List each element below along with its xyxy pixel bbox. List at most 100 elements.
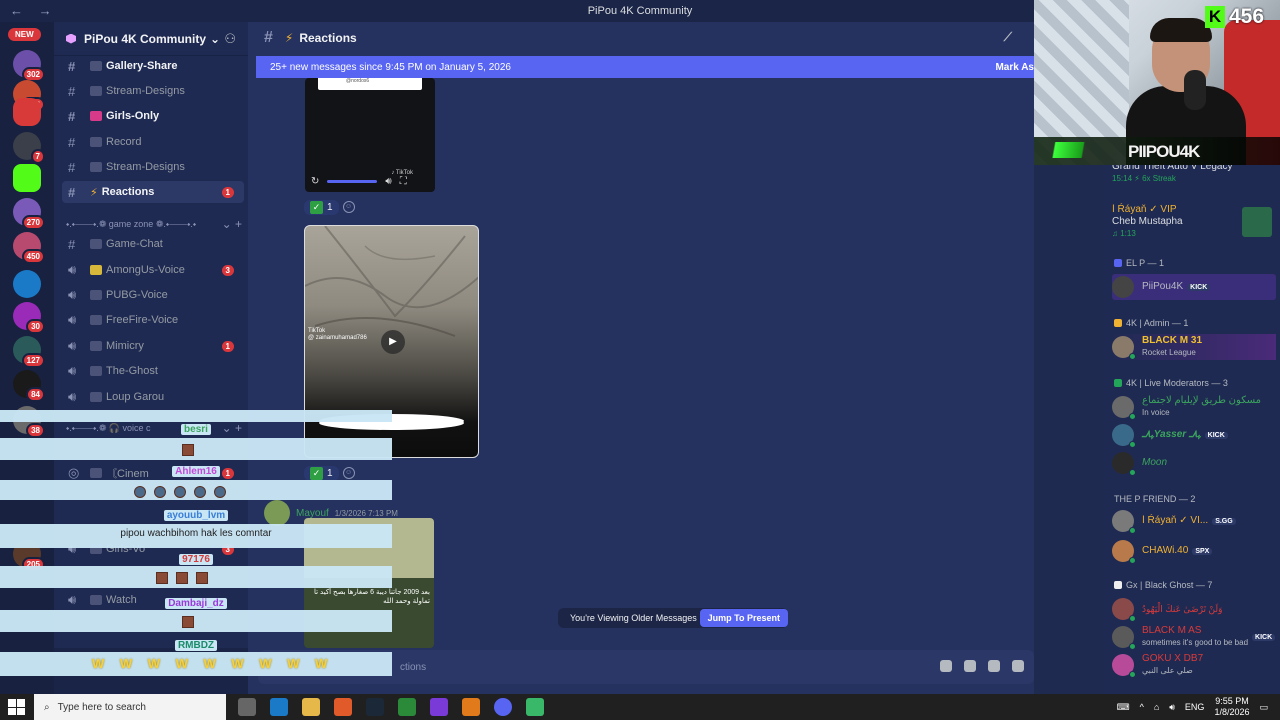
voice-game-chat[interactable]: # Game-Chat [62,233,244,255]
language-indicator[interactable]: ENG [1185,702,1205,712]
server-name: PiPou 4K Community [84,31,207,46]
server-icon[interactable]: 7 [13,132,45,164]
member-vip[interactable]: ا Ŕáyaň ✓ VIP Cheb Mustapha ♫ 1:13 [1112,202,1276,242]
hash-icon: # [68,159,76,175]
avatar [1112,540,1136,564]
category-game-zone[interactable]: ⬩.⬩⸺⬩.❁ game zone ❁.⬩⸺⬩.⬩ ⌄ + [66,216,242,232]
server-icon[interactable]: 127 [13,336,45,368]
server-icon[interactable] [13,98,41,126]
channel-header: # ⚡ Reactions ⟋ [248,22,1034,54]
play-icon[interactable]: ▶ [381,330,405,354]
channel-gallery-share[interactable]: # Gallery-Share [62,55,244,77]
threads-icon[interactable]: ⟋ [1004,30,1012,45]
server-icon[interactable]: 84 [13,370,45,402]
emoji-icon[interactable] [1012,660,1024,672]
new-messages-bar[interactable]: 25+ new messages since 9:45 PM on Januar… [256,56,1034,78]
channel-record[interactable]: # Record [62,131,244,153]
member-rayan[interactable]: ا Ŕáyaň ✓ VI... S.GG [1112,508,1276,534]
chevron-up-icon[interactable]: ^ [1140,702,1144,712]
chevron-down-icon: ⌄ [210,31,221,46]
server-icon[interactable] [13,270,41,298]
app-icon[interactable] [398,698,416,716]
progress-bar[interactable] [327,179,378,183]
voice-amongus[interactable]: 🔊︎ AmongUs-Voice 3 [62,259,244,281]
channel-girls-only[interactable]: # Girls-Only [62,105,244,127]
avatar [1112,396,1136,420]
member-moon[interactable]: Moon [1112,450,1276,476]
discord-icon[interactable] [494,698,512,716]
add-channel-icon[interactable]: ⌄ + [222,217,242,231]
channel-emoji-icon [90,366,102,376]
server-header[interactable]: PiPou 4K Community ⌄ ⚇ [54,22,248,56]
brave-icon[interactable] [334,698,352,716]
network-icon[interactable]: ⌂ [1154,702,1159,712]
gift-icon[interactable] [940,660,952,672]
reaction-row: ✓ 1 ☺ [304,198,355,216]
emote-icon [156,571,168,584]
notifications-icon[interactable]: ▭ [1259,702,1268,713]
channel-emoji-icon [90,392,102,402]
avatar [1112,510,1136,534]
app-icon[interactable] [430,698,448,716]
speaker-icon: 🔊︎ [68,312,77,327]
member-piipou[interactable]: PiiPou4K KICK [1112,274,1276,300]
video-embed[interactable]: @nordos6 ♪ TikTok ↻ 🔊︎ ⛶ [305,78,435,192]
task-view-icon[interactable] [238,698,256,716]
reaction-check[interactable]: ✓ 1 [304,199,339,215]
role-group-header: 4K | Live Moderators — 3 [1114,378,1228,388]
new-badge: NEW [8,28,41,41]
taskbar-search[interactable]: ⌕ Type here to search [34,694,226,720]
hash-icon: # [68,58,76,74]
member-ghost2[interactable]: BLACK M AS sometimes it's good to be bad K… [1112,624,1276,650]
mark-as-read-button[interactable]: Mark As [995,62,1034,73]
keyboard-icon[interactable]: ⌨ [1117,702,1130,713]
emote-icon [182,615,194,628]
app-icon[interactable] [270,698,288,716]
member-yasser[interactable]: ﮩ٨ـYasser ﮩ٨ـ KICK [1112,422,1276,448]
kick-tag: KICK [1252,633,1276,641]
voice-pubg[interactable]: 🔊︎ PUBG-Voice [62,284,244,306]
sticker-icon[interactable] [988,660,1000,672]
app-icon[interactable] [462,698,480,716]
server-icon[interactable]: 450 [13,232,45,264]
replay-icon[interactable]: ↻ [311,176,319,187]
voice-freefire[interactable]: 🔊︎ FreeFire-Voice [62,309,244,331]
tiktok-watermark: TikTok @ zainamuhamad786 [308,328,367,341]
member-chawi[interactable]: CHAWi.40 SPX [1112,538,1276,564]
member-black-m-31[interactable]: BLACK M 31 Rocket League [1112,334,1276,360]
channel-emoji-icon [90,341,102,351]
hash-icon: # [68,134,76,150]
channel-stream-designs-2[interactable]: # Stream-Designs [62,156,244,178]
voice-loup-garou[interactable]: 🔊︎ Loup Garou [62,386,244,408]
file-explorer-icon[interactable] [302,698,320,716]
microphone-icon [1184,70,1206,110]
steam-icon[interactable] [366,698,384,716]
kick-server-icon[interactable] [13,164,41,192]
windows-start-icon[interactable] [6,697,26,717]
invite-people-icon[interactable]: ⚇ [224,31,236,47]
channel-stream-designs[interactable]: # Stream-Designs [62,80,244,102]
hash-icon: # [68,236,76,252]
channel-reactions[interactable]: # ⚡ Reactions 1 [62,181,244,203]
jump-to-present-button[interactable]: Jump To Present [699,609,788,627]
member-goku[interactable]: GOKU X DB7 صلي على النبي [1112,652,1276,678]
chat-username: 97176 [0,554,392,565]
chat-username: besri [0,424,392,435]
server-icon[interactable]: 270 [13,198,45,230]
speaker-icon: 🔊︎ [68,262,77,277]
voice-the-ghost[interactable]: 🔊︎ The-Ghost [62,360,244,382]
add-reaction-icon[interactable]: ☺ [342,201,355,213]
server-icon[interactable]: 30 [13,302,45,334]
app-icon[interactable] [526,698,544,716]
volume-icon[interactable]: 🔊︎ [385,176,391,187]
server-icon[interactable]: 302 [13,50,45,82]
video-search-bar: @nordos6 [318,78,422,90]
gif-icon[interactable] [964,660,976,672]
fullscreen-icon[interactable]: ⛶ [400,176,407,187]
volume-icon[interactable]: 🔊︎ [1169,702,1175,713]
member-mod1[interactable]: مسكون طريق لإيليام لاجتماع In voice [1112,394,1276,420]
clock[interactable]: 9:55 PM 1/8/2026 [1214,696,1249,718]
nav-arrows-icon[interactable]: ← → [10,3,58,18]
voice-mimicry[interactable]: 🔊︎ Mimicry 1 [62,335,244,357]
member-ghost1[interactable]: وَلَنْ تَرْضَىٰ عَنكَ الْيَهُودُ [1112,596,1276,622]
